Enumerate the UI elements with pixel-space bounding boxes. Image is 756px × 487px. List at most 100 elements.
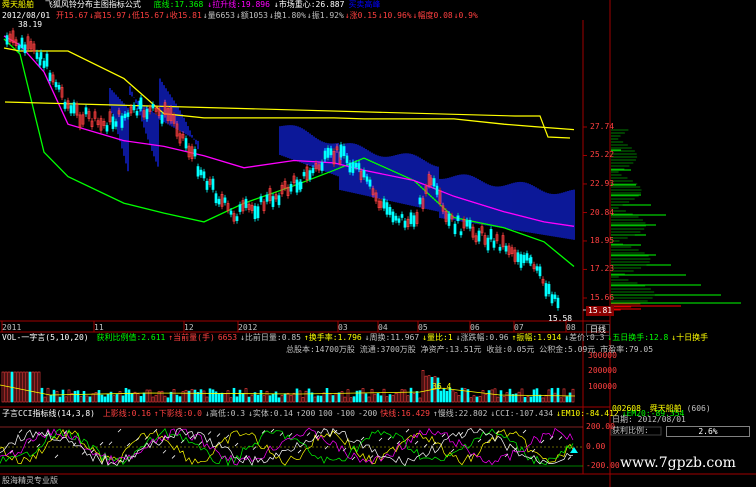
candle-body-153 <box>453 223 457 235</box>
vol-bar-176 <box>175 394 179 403</box>
candle-body-67 <box>202 171 206 179</box>
cci-mark-568 <box>567 456 572 460</box>
candle-body-71 <box>214 193 218 204</box>
vol-bar-530 <box>529 396 533 403</box>
vol-bar-293 <box>292 392 296 403</box>
candle-body-37 <box>114 121 118 127</box>
cci-mark-388 <box>387 436 392 441</box>
vol-bar-284 <box>283 393 287 403</box>
cci-tick-0: 200.00 <box>586 422 615 431</box>
vol-bar-557 <box>556 387 560 403</box>
vol-bar-122 <box>121 395 125 403</box>
vol-bar-569 <box>568 392 572 403</box>
vol-bar-542 <box>541 397 545 403</box>
vol-bar-392 <box>391 395 395 403</box>
right-date-row: 日期: 2012/08/01 <box>612 415 686 425</box>
vol-bar-347 <box>346 389 350 403</box>
cci-mark-37 <box>36 443 41 448</box>
cci-mark-199 <box>198 441 203 445</box>
candle-body-109 <box>326 147 330 158</box>
vol-bar-260 <box>259 390 263 403</box>
candle-body-115 <box>342 146 346 157</box>
vol-bar-5 <box>4 371 8 403</box>
candle-body-43 <box>132 104 136 111</box>
vol-bar-170 <box>169 391 173 403</box>
right-stock-info: 002608 舜天船舶 (606) <box>612 404 711 414</box>
candle-body-157 <box>465 220 469 227</box>
vol-tick-2: 100000 <box>588 382 617 391</box>
candle-body-79 <box>238 204 242 212</box>
vol-bar-20 <box>19 371 23 403</box>
vol-bar-425 <box>424 375 428 403</box>
vol-bar-173 <box>172 389 176 403</box>
cci-header: 子言CCI指标线(14,3,8) 上影线:0.16 ↑下影线:0.0 ↓高低:0.3… <box>2 409 684 419</box>
candle-body-119 <box>354 162 358 168</box>
vol-bar-401 <box>400 389 404 403</box>
vol-bar-14 <box>13 371 17 403</box>
candle-body-108 <box>323 150 327 160</box>
candle-body-134 <box>397 218 401 223</box>
vol-stat-5: ↓周换:11.967 <box>364 333 420 342</box>
candle-body-168 <box>498 246 502 251</box>
cci-mark-325 <box>324 445 329 450</box>
vol-bar-299 <box>298 390 302 403</box>
candle-body-23 <box>72 102 76 114</box>
vol-bar-305 <box>304 390 308 403</box>
candle-body-135 <box>400 214 404 218</box>
vol-bar-185 <box>184 389 188 403</box>
vol-bar-365 <box>364 393 368 403</box>
vol-bar-491 <box>490 389 494 403</box>
candle-body-12 <box>39 52 43 60</box>
candle-body-14 <box>45 53 49 67</box>
candle-body-0 <box>5 35 9 45</box>
cci-mark-226 <box>225 434 230 439</box>
price-tick-4: 18.95 <box>590 235 615 245</box>
candle-body-48 <box>145 108 149 120</box>
vol-bar-398 <box>397 391 401 403</box>
vol-header: VOL-一字言(5,10,20) 获利比例值:2.611 ↑当前量(手) 6653 ↓… <box>2 333 708 343</box>
vol-bar-380 <box>379 395 383 403</box>
vol-bar-527 <box>526 396 530 403</box>
vol-bar-101 <box>100 394 104 403</box>
candle-body-90 <box>271 196 275 207</box>
candle-body-65 <box>196 166 200 177</box>
vol-bar-257 <box>256 394 260 403</box>
profit-label: 获利比例: <box>612 426 649 435</box>
candle-body-36 <box>111 116 115 129</box>
candle-body-175 <box>519 254 523 268</box>
vol-bar-218 <box>217 393 221 403</box>
cci-stat-10: ↓CCI:-107.434 <box>490 409 554 418</box>
candle-body-182 <box>538 266 542 277</box>
cci-mark-118 <box>117 428 122 433</box>
date-value: 2012/08/01 <box>637 415 686 424</box>
vol-bar-245 <box>244 388 248 403</box>
candle-body-116 <box>345 155 349 164</box>
series-line-2 <box>3 47 575 131</box>
vol-bar-26 <box>25 371 29 403</box>
vol-bar-500 <box>499 390 503 403</box>
vol-bar-302 <box>301 397 305 403</box>
candle-body-81 <box>244 198 248 208</box>
vol-bar-59 <box>58 396 62 403</box>
vol-bar-272 <box>271 393 275 403</box>
cci-mark-91 <box>90 449 95 453</box>
vol-bar-44 <box>43 396 47 403</box>
cci-mark-442 <box>441 433 446 438</box>
vol-stat-3: ↓比前日量:0.85 <box>240 333 301 342</box>
candle-body-161 <box>477 230 481 242</box>
cci-stat-0: 上影线:0.16 <box>102 409 151 418</box>
cci-stat-4: ↑200 <box>296 409 316 418</box>
vol-bar-41 <box>40 387 44 403</box>
stock-code: 002608 <box>612 404 641 413</box>
candle-body-154 <box>456 215 460 222</box>
vol-bar-479 <box>478 395 482 403</box>
time-tick-0: 2011 <box>2 323 22 332</box>
vol-bar-353 <box>352 396 356 403</box>
vol-bar-140 <box>139 396 143 403</box>
vol-bar-23 <box>22 371 26 403</box>
vol-bar-374 <box>373 393 377 403</box>
vol-bar-233 <box>232 387 236 403</box>
cci-indicator-name: 子言CCI指标线(14,3,8) <box>2 409 95 418</box>
vol-bar-149 <box>148 389 152 403</box>
candle-body-186 <box>550 294 554 304</box>
